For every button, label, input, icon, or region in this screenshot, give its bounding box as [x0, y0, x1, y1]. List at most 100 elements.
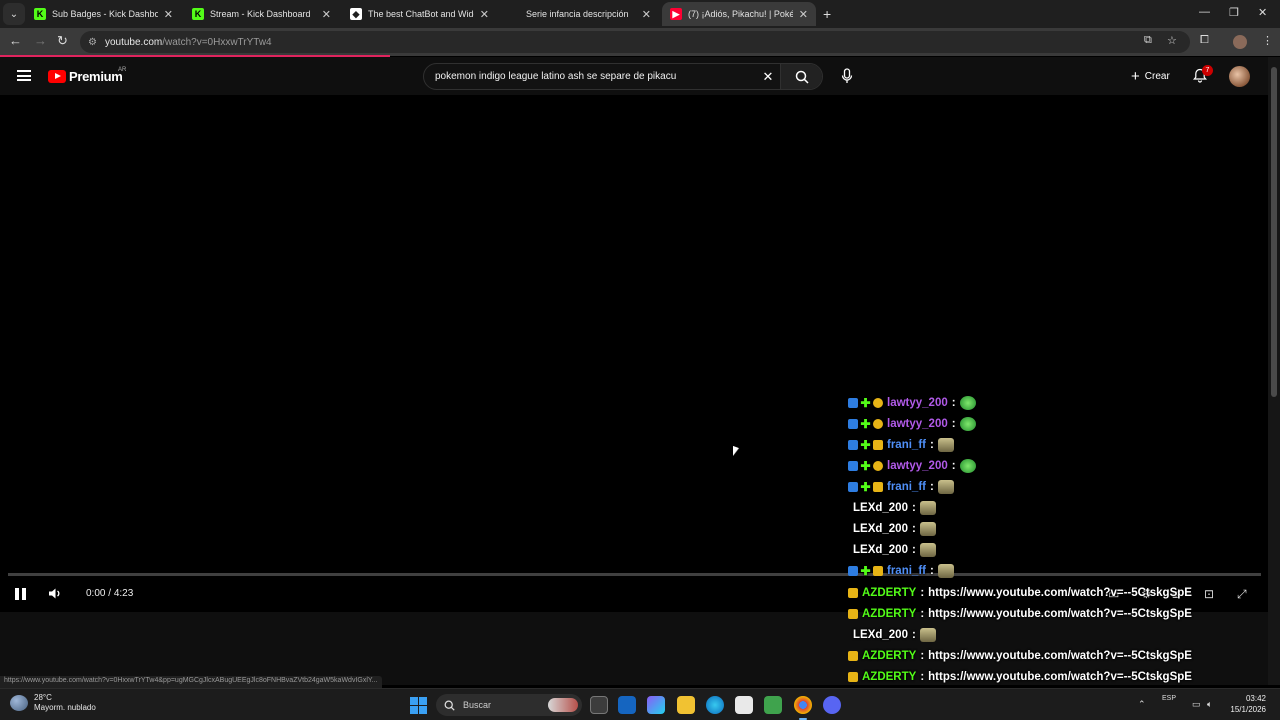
clock-date: 15/1/2026: [1230, 705, 1266, 714]
chat-message: AZDERTY:https://www.youtube.com/watch?v=…: [848, 666, 1192, 687]
tab-favicon: [508, 8, 520, 20]
search-button[interactable]: [780, 64, 822, 89]
url-path: /watch?v=0HxxwTrYTw4: [162, 36, 272, 48]
edge-browser-icon[interactable]: [706, 696, 724, 714]
menu-icon[interactable]: [17, 70, 31, 81]
plus-badge-icon: ✚: [860, 416, 871, 431]
country-code: AR: [118, 67, 127, 73]
mail-app-icon[interactable]: [618, 696, 636, 714]
notification-count-badge: 7: [1202, 65, 1213, 76]
scrollbar-thumb[interactable]: [1271, 67, 1277, 397]
restore-button[interactable]: ❐: [1229, 6, 1239, 19]
chat-message-text[interactable]: https://www.youtube.com/watch?v=--5Ctskg…: [928, 650, 1192, 662]
system-clock[interactable]: 03:42 15/1/2026: [1216, 693, 1266, 715]
new-tab-button[interactable]: +: [823, 6, 831, 22]
network-icon[interactable]: ▭: [1192, 699, 1201, 710]
voice-search-icon[interactable]: [840, 68, 854, 84]
close-tab-icon[interactable]: ✕: [164, 8, 173, 21]
sub-badge-icon: [873, 566, 883, 577]
pause-button[interactable]: [15, 588, 26, 600]
reload-button[interactable]: ↻: [57, 33, 68, 49]
chat-separator: :: [920, 649, 925, 662]
chat-separator: :: [920, 586, 925, 599]
coin-badge-icon: [873, 460, 883, 471]
close-tab-icon[interactable]: ✕: [480, 8, 489, 21]
close-tab-icon[interactable]: ✕: [642, 8, 651, 21]
browser-tab[interactable]: ◆ The best ChatBot and Widgets ✕: [342, 2, 497, 26]
account-avatar[interactable]: [1229, 66, 1250, 87]
close-window-button[interactable]: ✕: [1258, 6, 1267, 19]
copilot-icon[interactable]: [647, 696, 665, 714]
extensions-icon[interactable]: ⧠: [1200, 34, 1209, 47]
search-box[interactable]: pokemon indigo league latino ash se sepa…: [423, 63, 823, 90]
create-button[interactable]: + Crear: [1125, 65, 1176, 87]
chat-separator: :: [951, 459, 956, 472]
chat-message-text[interactable]: https://www.youtube.com/watch?v=--5Ctskg…: [928, 671, 1192, 683]
bookmark-star-icon[interactable]: ☆: [1167, 34, 1177, 47]
weather-widget[interactable]: 28°C Mayorm. nublado: [10, 693, 96, 713]
url-host: youtube.com: [104, 36, 163, 48]
chat-username[interactable]: frani_ff: [887, 439, 926, 451]
task-view-icon[interactable]: [590, 696, 608, 714]
cat-emote-icon: [937, 564, 954, 579]
language-indicator[interactable]: ESP: [1162, 693, 1176, 704]
file-explorer-icon[interactable]: [677, 696, 695, 714]
speaker-icon[interactable]: 🔈︎: [1207, 699, 1212, 710]
forward-button[interactable]: →: [34, 33, 47, 48]
chat-message-text[interactable]: https://www.youtube.com/watch?v=--5Ctskg…: [928, 587, 1192, 599]
discord-icon[interactable]: [823, 696, 841, 714]
browser-tab[interactable]: Serie infancia descripción ✕: [500, 2, 659, 26]
tab-strip: ⌄ K Sub Badges - Kick Dashboard ✕ K Stream -…: [0, 0, 1280, 28]
chat-message: AZDERTY:https://www.youtube.com/watch?v=…: [848, 645, 1192, 666]
tray-chevron-icon[interactable]: ⌃: [1138, 699, 1146, 710]
chat-username[interactable]: AZDERTY: [862, 587, 916, 599]
page-scrollbar[interactable]: [1268, 57, 1280, 685]
minimize-button[interactable]: —: [1199, 6, 1210, 18]
minecraft-icon[interactable]: [764, 696, 782, 714]
browser-tab[interactable]: ▶ (7) ¡Adiós, Pikachu! | Pokémon ✕: [662, 2, 816, 26]
chat-username[interactable]: LEXd_200: [853, 523, 908, 535]
mod-badge-icon: [848, 418, 858, 429]
chat-username[interactable]: LEXd_200: [853, 544, 908, 556]
search-input[interactable]: pokemon indigo league latino ash se sepa…: [424, 71, 756, 82]
chat-username[interactable]: AZDERTY: [862, 650, 916, 662]
profile-avatar[interactable]: [1233, 35, 1247, 49]
volume-icon[interactable]: [48, 587, 62, 600]
stream-chat-overlay: ✚ frani_ff: ✚ lawtyy_200: ✚ lawtyy_200: ✚ frani…: [848, 390, 1268, 720]
search-icon: [444, 700, 455, 711]
chat-username[interactable]: frani_ff: [887, 565, 926, 577]
install-app-icon[interactable]: ⧉: [1144, 34, 1152, 47]
youtube-logo[interactable]: Premium: [48, 69, 123, 84]
close-tab-icon[interactable]: ✕: [799, 8, 808, 21]
chrome-icon[interactable]: [794, 696, 812, 720]
chat-message-text[interactable]: https://www.youtube.com/watch?v=--5Ctskg…: [928, 608, 1192, 620]
search-highlight-image: [548, 698, 578, 712]
start-button[interactable]: [410, 697, 427, 714]
chat-username[interactable]: LEXd_200: [853, 629, 908, 641]
back-button[interactable]: ←: [9, 33, 22, 48]
chat-username[interactable]: AZDERTY: [862, 671, 916, 683]
browser-tab[interactable]: K Stream - Kick Dashboard ✕: [184, 2, 339, 26]
taskbar-search[interactable]: Buscar: [436, 694, 582, 716]
taskbar-search-label: Buscar: [463, 700, 492, 710]
chat-username[interactable]: frani_ff: [887, 481, 926, 493]
site-info-icon[interactable]: ⚙: [88, 37, 97, 48]
browser-tab[interactable]: K Sub Badges - Kick Dashboard ✕: [26, 2, 181, 26]
chat-username[interactable]: AZDERTY: [862, 608, 916, 620]
coin-badge-icon: [873, 418, 883, 429]
sub-badge-icon: [848, 587, 858, 598]
clear-search-icon[interactable]: ✕: [756, 69, 780, 85]
time-total: 4:23: [113, 588, 134, 599]
close-tab-icon[interactable]: ✕: [322, 8, 331, 21]
tab-search-button[interactable]: ⌄: [3, 3, 25, 25]
chat-username[interactable]: lawtyy_200: [887, 397, 948, 409]
address-bar[interactable]: ⚙ youtube.com/watch?v=0HxxwTrYTw4: [80, 31, 1190, 53]
cat-emote-icon: [937, 480, 954, 494]
cat-emote-icon: [919, 543, 936, 558]
store-app-icon[interactable]: [735, 696, 753, 714]
chat-username[interactable]: lawtyy_200: [887, 460, 948, 472]
chat-username[interactable]: lawtyy_200: [887, 418, 948, 430]
chat-username[interactable]: LEXd_200: [853, 502, 908, 514]
weather-condition: Mayorm. nublado: [34, 703, 96, 712]
browser-menu-icon[interactable]: ⋮: [1262, 34, 1273, 47]
